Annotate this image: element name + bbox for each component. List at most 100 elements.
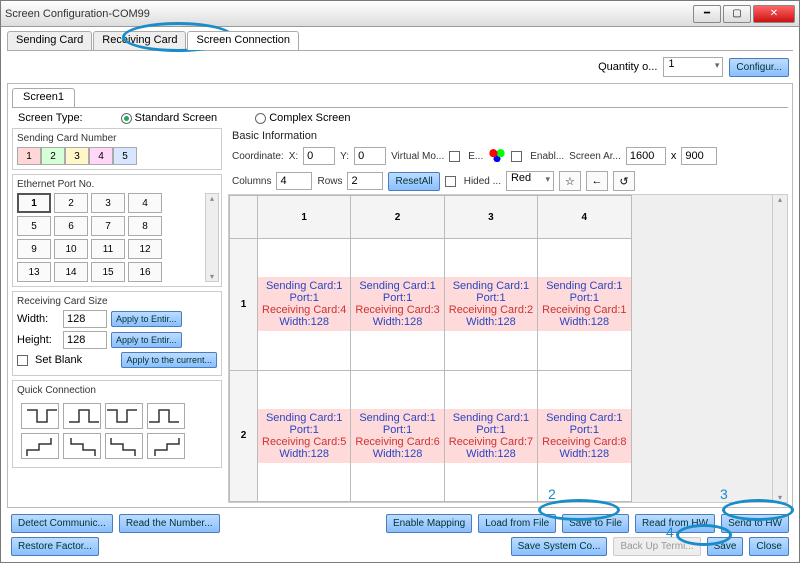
port-2[interactable]: 2: [54, 193, 88, 213]
quick-pattern-4[interactable]: [147, 403, 185, 429]
radio-complex[interactable]: [255, 113, 266, 124]
width-label: Width:: [17, 313, 59, 325]
hided-check[interactable]: [445, 176, 456, 187]
port-1[interactable]: 1: [17, 193, 51, 213]
read-number-button[interactable]: Read the Number...: [119, 514, 220, 533]
sending-card-2[interactable]: 2: [41, 147, 65, 165]
quick-pattern-8[interactable]: [147, 433, 185, 459]
port-14[interactable]: 14: [54, 262, 88, 282]
col-hdr: 2: [351, 196, 444, 239]
port-5[interactable]: 5: [17, 216, 51, 236]
y-input[interactable]: [354, 147, 386, 165]
port-15[interactable]: 15: [91, 262, 125, 282]
close-button[interactable]: ✕: [753, 5, 795, 23]
port-7[interactable]: 7: [91, 216, 125, 236]
undo-icon[interactable]: ↺: [613, 171, 635, 191]
x-input[interactable]: [303, 147, 335, 165]
complex-label: Complex Screen: [269, 112, 350, 124]
receiving-cell[interactable]: Sending Card:1Port:1Receiving Card:7Widt…: [445, 409, 537, 463]
standard-label: Standard Screen: [135, 112, 218, 124]
sending-card-group: Sending Card Number 1 2 3 4 5: [12, 128, 222, 170]
x-sep: x: [671, 150, 677, 162]
height-input[interactable]: [63, 331, 107, 349]
apply-height-button[interactable]: Apply to Entir...: [111, 332, 182, 348]
receiving-cell[interactable]: Sending Card:1Port:1Receiving Card:3Widt…: [351, 277, 443, 331]
port-16[interactable]: 16: [128, 262, 162, 282]
tab-receiving-card[interactable]: Receiving Card: [93, 31, 186, 50]
sending-card-1[interactable]: 1: [17, 147, 41, 165]
port-4[interactable]: 4: [128, 193, 162, 213]
set-blank-label: Set Blank: [35, 354, 82, 366]
screen-ar-label: Screen Ar...: [569, 151, 621, 162]
tab-sending-card[interactable]: Sending Card: [7, 31, 92, 50]
columns-label: Columns: [232, 176, 271, 187]
grid-scrollbar[interactable]: [772, 195, 787, 502]
quick-pattern-7[interactable]: [105, 433, 143, 459]
enable-check[interactable]: [511, 151, 522, 162]
annotation-2: 2: [548, 486, 556, 502]
receiving-cell[interactable]: Sending Card:1Port:1Receiving Card:5Widt…: [258, 409, 350, 463]
quick-pattern-5[interactable]: [21, 433, 59, 459]
rows-input[interactable]: [347, 172, 383, 190]
e-check[interactable]: [449, 151, 460, 162]
receiving-cell[interactable]: Sending Card:1Port:1Receiving Card:6Widt…: [351, 409, 443, 463]
star-icon[interactable]: ☆: [559, 171, 581, 191]
screen-h-input[interactable]: [681, 147, 717, 165]
sending-card-4[interactable]: 4: [89, 147, 113, 165]
col-hdr: 1: [258, 196, 351, 239]
port-12[interactable]: 12: [128, 239, 162, 259]
detect-button[interactable]: Detect Communic...: [11, 514, 113, 533]
sending-card-3[interactable]: 3: [65, 147, 89, 165]
port-scrollbar[interactable]: [205, 193, 219, 282]
hided-label: Hided ...: [464, 176, 501, 187]
quick-pattern-6[interactable]: [63, 433, 101, 459]
receiving-card-size-group: Receiving Card Size Width: Apply to Enti…: [12, 291, 222, 376]
quantity-select[interactable]: 1: [663, 57, 723, 77]
save-system-button[interactable]: Save System Co...: [511, 537, 608, 556]
coord-label: Coordinate:: [232, 151, 284, 162]
receiving-cell[interactable]: Sending Card:1Port:1Receiving Card:2Widt…: [445, 277, 537, 331]
screen-w-input[interactable]: [626, 147, 666, 165]
set-blank-check[interactable]: [17, 355, 28, 366]
main-tabs: Sending Card Receiving Card Screen Conne…: [7, 31, 793, 51]
tab-screen1[interactable]: Screen1: [12, 88, 75, 107]
load-from-file-button[interactable]: Load from File: [478, 514, 556, 533]
port-11[interactable]: 11: [91, 239, 125, 259]
apply-current-button[interactable]: Apply to the current...: [121, 352, 217, 368]
annotation-3: 3: [720, 486, 728, 502]
port-10[interactable]: 10: [54, 239, 88, 259]
enable-mapping-button[interactable]: Enable Mapping: [386, 514, 472, 533]
minimize-button[interactable]: ━: [693, 5, 721, 23]
close-app-button[interactable]: Close: [749, 537, 789, 556]
tab-screen-connection[interactable]: Screen Connection: [187, 31, 299, 50]
columns-input[interactable]: [276, 172, 312, 190]
port-3[interactable]: 3: [91, 193, 125, 213]
restore-factory-button[interactable]: Restore Factor...: [11, 537, 99, 556]
save-button[interactable]: Save: [707, 537, 744, 556]
port-13[interactable]: 13: [17, 262, 51, 282]
receiving-cell[interactable]: Sending Card:1Port:1Receiving Card:4Widt…: [258, 277, 350, 331]
maximize-button[interactable]: ▢: [723, 5, 751, 23]
port-6[interactable]: 6: [54, 216, 88, 236]
configure-button[interactable]: Configur...: [729, 58, 789, 77]
row-hdr: 2: [230, 370, 258, 501]
width-input[interactable]: [63, 310, 107, 328]
sending-card-5[interactable]: 5: [113, 147, 137, 165]
rcsize-title: Receiving Card Size: [17, 296, 217, 307]
read-from-hw-button[interactable]: Read from HW: [635, 514, 715, 533]
port-8[interactable]: 8: [128, 216, 162, 236]
apply-width-button[interactable]: Apply to Entir...: [111, 311, 182, 327]
send-to-hw-button[interactable]: Send to HW: [721, 514, 789, 533]
save-to-file-button[interactable]: Save to File: [562, 514, 629, 533]
quick-pattern-2[interactable]: [63, 403, 101, 429]
quick-connection-group: Quick Connection: [12, 380, 222, 468]
color-select[interactable]: Red: [506, 171, 554, 191]
port-9[interactable]: 9: [17, 239, 51, 259]
radio-standard[interactable]: [121, 113, 132, 124]
quick-pattern-3[interactable]: [105, 403, 143, 429]
quick-pattern-1[interactable]: [21, 403, 59, 429]
reset-all-button[interactable]: ResetAll: [388, 172, 439, 191]
receiving-cell[interactable]: Sending Card:1Port:1Receiving Card:8Widt…: [538, 409, 630, 463]
back-icon[interactable]: ←: [586, 171, 608, 191]
receiving-cell[interactable]: Sending Card:1Port:1Receiving Card:1Widt…: [538, 277, 630, 331]
